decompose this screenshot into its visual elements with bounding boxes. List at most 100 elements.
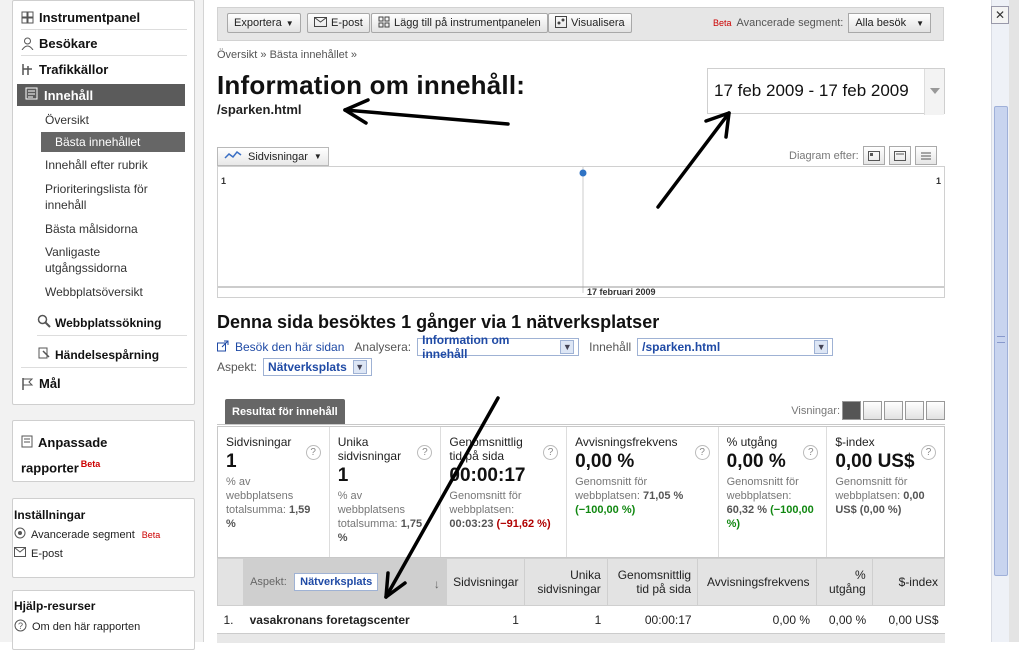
metric-dropdown[interactable]: Sidvisningar ▼ bbox=[217, 147, 329, 166]
help-icon[interactable]: ? bbox=[543, 445, 559, 460]
stat-label: Avvisningsfrekvens bbox=[575, 435, 678, 449]
visit-page-link[interactable]: Besök den här sidan bbox=[235, 340, 344, 354]
table-aspect-dropdown[interactable]: Nätverksplats bbox=[294, 573, 379, 591]
export-button[interactable]: Exportera ▼ bbox=[227, 13, 301, 33]
beta-badge: Beta bbox=[141, 529, 161, 540]
email-button[interactable]: E-post bbox=[307, 13, 370, 33]
sidebar-item-dashboard[interactable]: Instrumentpanel bbox=[21, 10, 140, 25]
settings-title: Inställningar bbox=[14, 508, 86, 522]
col-bounce-rate[interactable]: Avvisningsfrekvens bbox=[697, 558, 817, 606]
visualize-label: Visualisera bbox=[571, 17, 625, 29]
settings-advanced-segments[interactable]: Avancerade segment Beta bbox=[14, 527, 160, 542]
sidebar-item-goals[interactable]: Mål bbox=[21, 376, 61, 391]
graph-day-button[interactable] bbox=[862, 146, 885, 165]
col-unique-pageviews[interactable]: Unika sidvisningar bbox=[524, 558, 608, 606]
graph-by-label: Diagram efter: bbox=[789, 149, 859, 162]
stat-cell: Unika sidvisningar? 1 % av webbplatsens to… bbox=[330, 427, 442, 557]
sidebar-item-site-search[interactable]: Webbplatssökning bbox=[37, 314, 161, 331]
stat-note-text: % av webbplatsens totalsumma: bbox=[226, 476, 294, 516]
sort-arrow-icon[interactable]: ↓ bbox=[434, 577, 440, 591]
settings-item-label: Avancerade segment bbox=[31, 528, 135, 541]
analysis-controls: Besök den här sidan Analysera: Informati… bbox=[217, 333, 834, 361]
help-icon[interactable]: ? bbox=[417, 445, 433, 460]
segments-label: Avancerade segment: bbox=[736, 17, 844, 29]
results-table: Aspekt: Nätverksplats ↓ Sidvisningar Uni… bbox=[216, 558, 946, 634]
sidebar-sub-site-overlay[interactable]: Webbplatsöversikt bbox=[45, 284, 185, 300]
pivot-view-icon[interactable] bbox=[926, 401, 945, 420]
sidebar-item-traffic[interactable]: Trafikkällor bbox=[21, 62, 108, 77]
table-header: Aspekt: Nätverksplats ↓ Sidvisningar Uni… bbox=[216, 558, 946, 606]
vertical-scrollbar[interactable] bbox=[991, 0, 1009, 642]
email-icon bbox=[314, 16, 327, 30]
compare-view-icon[interactable] bbox=[905, 401, 924, 420]
sidebar-sub-overview[interactable]: Översikt bbox=[45, 112, 185, 128]
sidebar-sub-top-exit[interactable]: Vanligaste utgångssidorna bbox=[45, 244, 185, 276]
col-dollar-index[interactable]: $-index bbox=[871, 558, 946, 606]
col-exit[interactable]: % utgång bbox=[815, 558, 873, 606]
line-chart-icon bbox=[224, 150, 242, 163]
stat-label: % utgång bbox=[726, 435, 778, 449]
sidebar-item-label: Händelsespårning bbox=[55, 347, 160, 362]
stat-cell: $-index? 0,00 US$ Genomsnitt för webbplats… bbox=[827, 427, 944, 557]
pageviews-chart: 1 1 17 februari 2009 bbox=[217, 166, 945, 298]
segment-value: Alla besök bbox=[855, 17, 907, 29]
tab-content-results[interactable]: Resultat för innehåll bbox=[225, 399, 345, 424]
col-avg-time[interactable]: Genomsnittlig tid på sida bbox=[606, 558, 699, 606]
stat-value: 0,00 % bbox=[575, 451, 635, 472]
close-icon[interactable]: ✕ bbox=[991, 6, 1009, 24]
sidebar-item-visitors[interactable]: Besökare bbox=[21, 36, 98, 51]
sidebar: Instrumentpanel Besökare Trafikkällor In… bbox=[0, 0, 204, 650]
analyze-dropdown[interactable]: Information om innehåll ▼ bbox=[417, 333, 580, 361]
sidebar-item-label: Mål bbox=[39, 376, 61, 391]
stat-cell: % utgång? 0,00 % Genomsnitt för webbplatse… bbox=[719, 427, 828, 557]
stat-note: % av webbplatsens totalsumma: 1,75 % bbox=[338, 489, 433, 545]
date-range-picker[interactable]: 17 feb 2009 - 17 feb 2009 bbox=[707, 68, 945, 115]
content-dropdown[interactable]: /sparken.html ▼ bbox=[637, 338, 834, 356]
stat-label: Genomsnittlig tid på sida bbox=[449, 435, 523, 463]
breadcrumb[interactable]: Översikt » Bästa innehållet » bbox=[217, 49, 357, 61]
x-axis-label: 17 februari 2009 bbox=[587, 287, 656, 297]
chevron-down-icon: ▼ bbox=[352, 360, 367, 374]
sidebar-item-event-tracking[interactable]: Händelsespårning bbox=[37, 346, 159, 363]
stat-delta: (−91,62 %) bbox=[496, 518, 551, 530]
table-row[interactable]: 1. vasakronans foretagscenter 1 1 00:00:… bbox=[217, 605, 945, 634]
stat-note-value: 60,32 % bbox=[726, 504, 767, 516]
chart-point[interactable] bbox=[579, 169, 587, 177]
sidebar-sub-top-landing[interactable]: Bästa målsidorna bbox=[45, 221, 185, 237]
dropdown-arrow-icon: ▼ bbox=[285, 18, 294, 28]
stat-note-text: Genomsnitt för webbplatsen: bbox=[726, 476, 799, 502]
sidebar-item-content[interactable]: Innehåll bbox=[17, 84, 185, 106]
graph-week-button[interactable] bbox=[888, 146, 911, 165]
chevron-down-icon[interactable] bbox=[924, 69, 944, 115]
visualize-button[interactable]: Visualisera bbox=[548, 13, 632, 33]
bar-view-icon[interactable] bbox=[884, 401, 903, 420]
sidebar-sub-top-content[interactable]: Bästa innehållet bbox=[41, 132, 185, 152]
dashboard-icon bbox=[378, 16, 390, 31]
view-switcher: Visningar: bbox=[791, 401, 945, 420]
help-icon[interactable]: ? bbox=[921, 445, 936, 460]
segment-dropdown[interactable]: Alla besök ▼ bbox=[848, 13, 931, 33]
col-pageviews[interactable]: Sidvisningar bbox=[445, 558, 526, 606]
settings-email[interactable]: E-post bbox=[14, 547, 63, 560]
aspect-dropdown[interactable]: Nätverksplats ▼ bbox=[263, 358, 372, 376]
content-value: /sparken.html bbox=[642, 340, 721, 354]
stat-note-text: Genomsnitt för webbplatsen: bbox=[449, 490, 522, 516]
row-network-location[interactable]: vasakronans foretagscenter bbox=[243, 605, 447, 634]
help-about-report[interactable]: ? Om den här rapporten bbox=[14, 619, 140, 635]
summary-stats: Sidvisningar? 1 % av webbplatsens totalsum… bbox=[217, 426, 945, 558]
scrollbar-grip bbox=[997, 336, 1005, 343]
aspect-column-header: Aspekt: Nätverksplats ↓ bbox=[243, 558, 447, 606]
help-icon[interactable]: ? bbox=[694, 445, 710, 460]
sidebar-item-label: Webbplatssökning bbox=[55, 315, 162, 330]
add-to-dashboard-button[interactable]: Lägg till på instrumentpanelen bbox=[371, 13, 548, 33]
sidebar-sub-priority-list[interactable]: Prioriteringslista för innehåll bbox=[45, 181, 185, 213]
graph-month-button[interactable] bbox=[914, 146, 937, 165]
stat-note-text: Genomsnitt för webbplatsen: bbox=[575, 476, 648, 502]
email-label: E-post bbox=[331, 17, 363, 29]
pie-view-icon[interactable] bbox=[863, 401, 882, 420]
sidebar-item-custom-reports[interactable]: Anpassade rapporter Beta bbox=[21, 432, 141, 478]
dropdown-arrow-icon: ▼ bbox=[313, 152, 322, 161]
sidebar-sub-content-by-title[interactable]: Innehåll efter rubrik bbox=[45, 157, 185, 173]
help-icon[interactable]: ? bbox=[305, 445, 321, 460]
table-view-icon[interactable] bbox=[842, 401, 861, 420]
